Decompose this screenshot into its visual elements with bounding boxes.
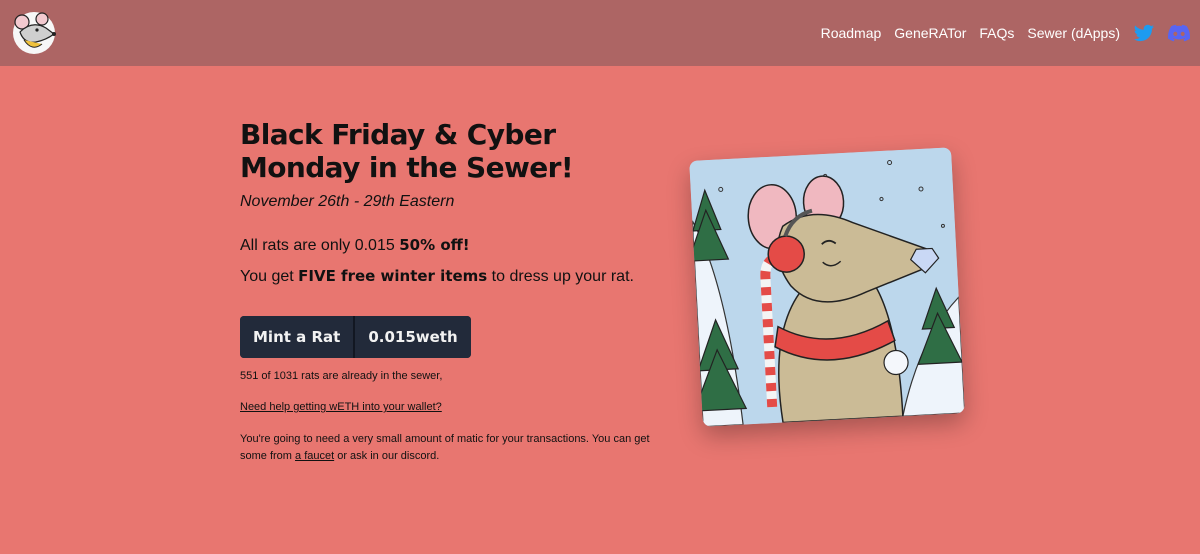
price-button[interactable]: 0.015weth	[355, 316, 471, 358]
winter-rat-image	[689, 147, 965, 427]
free-items-label: FIVE free winter items	[298, 267, 488, 285]
matic-note: You're going to need a very small amount…	[240, 431, 660, 465]
nav-faqs[interactable]: FAQs	[979, 25, 1014, 41]
nav-sewer-dapps[interactable]: Sewer (dApps)	[1027, 25, 1120, 41]
page-title: Black Friday & Cyber Monday in the Sewer…	[240, 118, 670, 184]
twitter-icon[interactable]	[1133, 22, 1155, 44]
nav-links: Roadmap GeneRATor FAQs Sewer (dApps)	[821, 0, 1190, 66]
rat-logo[interactable]	[12, 10, 56, 56]
supply-count: 551 of 1031 rats are already in the sewe…	[240, 370, 443, 382]
hero-text: Black Friday & Cyber Monday in the Sewer…	[240, 118, 670, 465]
mint-button-group: Mint a Rat 0.015weth	[240, 316, 471, 358]
faucet-link[interactable]: a faucet	[295, 450, 334, 462]
event-dates: November 26th - 29th Eastern	[240, 193, 455, 210]
discord-icon[interactable]	[1168, 22, 1190, 44]
title-line-1: Black Friday & Cyber	[240, 118, 556, 151]
nav-generator[interactable]: GeneRATor	[894, 25, 966, 41]
discount-label: 50% off!	[399, 236, 470, 254]
matic-note-post: or ask in our discord.	[334, 450, 440, 462]
weth-help-link[interactable]: Need help getting wETH into your wallet?	[240, 401, 442, 413]
items-promo-post: to dress up your rat.	[487, 268, 634, 285]
nav-roadmap[interactable]: Roadmap	[821, 25, 882, 41]
items-promo-pre: You get	[240, 268, 299, 285]
items-promo: You get FIVE free winter items to dress …	[240, 267, 670, 286]
rat-illustration	[689, 147, 965, 427]
mint-rat-button[interactable]: Mint a Rat	[240, 316, 356, 358]
price-promo: All rats are only 0.015 50% off!	[240, 236, 670, 255]
price-promo-text: All rats are only 0.015	[240, 237, 400, 254]
navbar: Roadmap GeneRATor FAQs Sewer (dApps)	[0, 0, 1200, 66]
title-line-2: Monday in the Sewer!	[240, 151, 574, 184]
